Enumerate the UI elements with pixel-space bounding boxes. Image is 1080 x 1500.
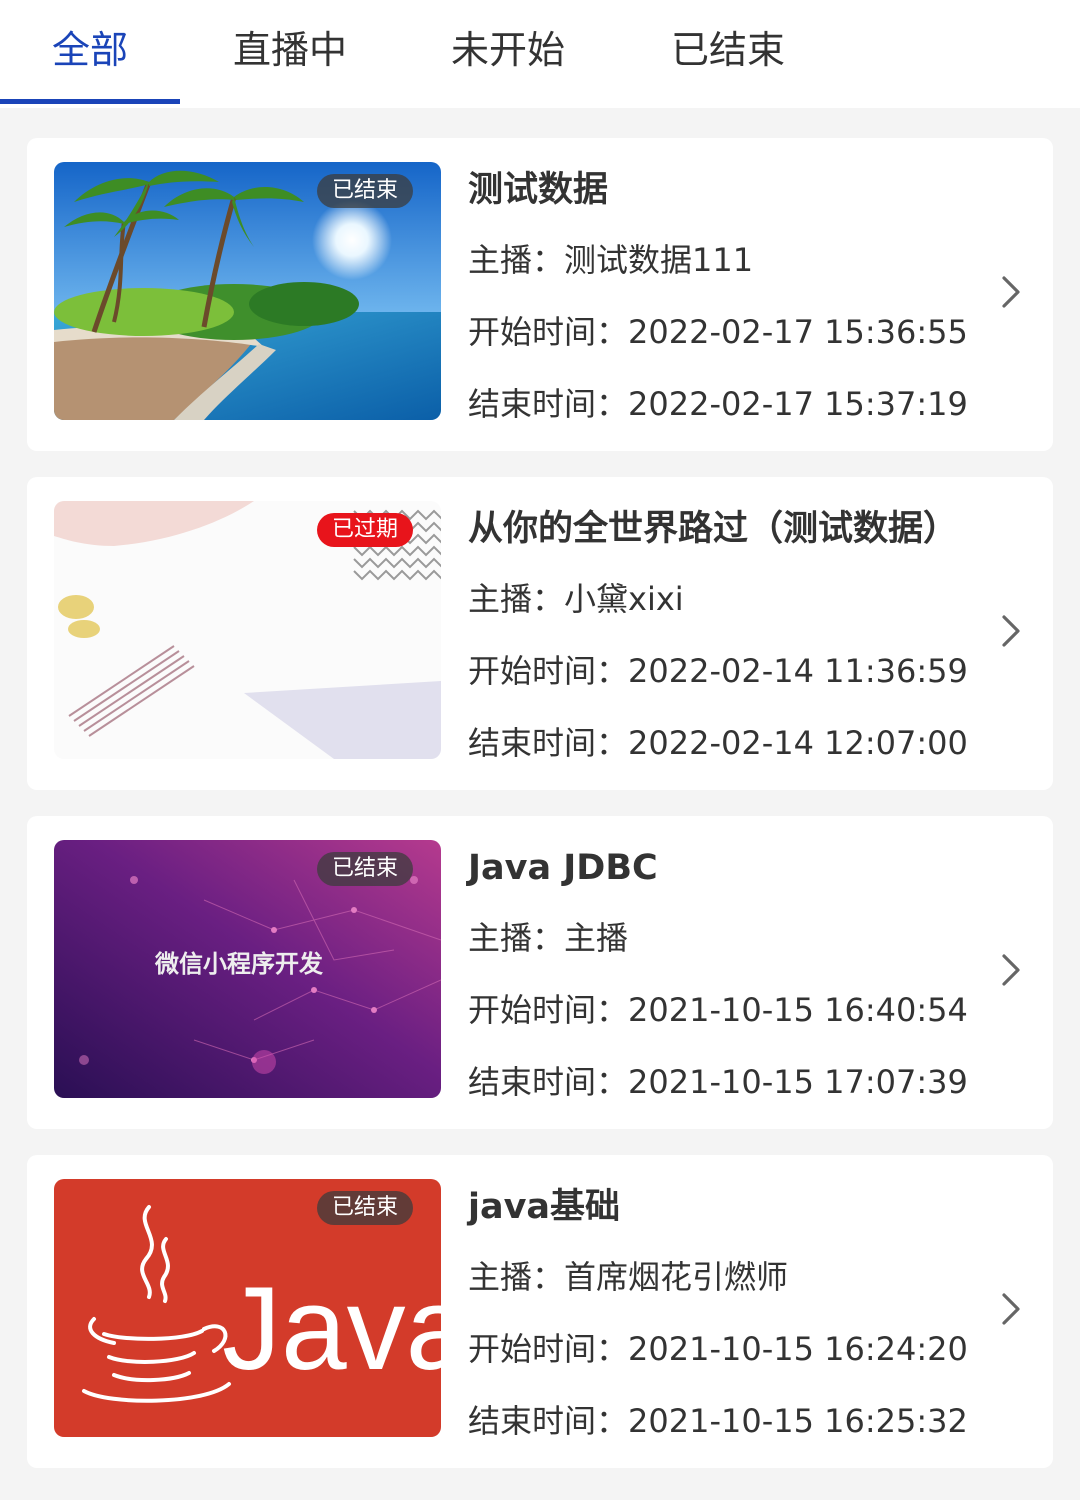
host-row: 主播：首席烟花引燃师 bbox=[468, 1255, 788, 1299]
live-thumbnail: 微信小程序开发 已结束 bbox=[54, 840, 441, 1098]
tab-upcoming[interactable]: 未开始 bbox=[451, 22, 565, 78]
thumbnail-text: 微信小程序开发 bbox=[154, 950, 323, 978]
java-logo-text: Java bbox=[222, 1263, 441, 1395]
active-tab-indicator bbox=[0, 99, 180, 104]
end-time-value: 2022-02-14 12:07:00 bbox=[628, 724, 968, 762]
live-thumbnail: 已过期 bbox=[54, 501, 441, 759]
host-label: 主播： bbox=[468, 241, 565, 279]
end-time-row: 结束时间：2021-10-15 17:07:39 bbox=[468, 1060, 968, 1104]
start-time-row: 开始时间：2022-02-14 11:36:59 bbox=[468, 649, 968, 693]
host-label: 主播： bbox=[468, 1258, 565, 1296]
chevron-right-icon[interactable] bbox=[992, 274, 1028, 310]
live-card[interactable]: 微信小程序开发 已结束 Java JDBC 主播：主播 开始时间：2021-10… bbox=[27, 816, 1053, 1129]
status-badge: 已结束 bbox=[316, 1191, 413, 1225]
status-badge: 已结束 bbox=[316, 852, 413, 886]
live-card[interactable]: 已过期 从你的全世界路过（测试数据） 主播：小黛xixi 开始时间：2022-0… bbox=[27, 477, 1053, 790]
live-title: 测试数据 bbox=[468, 170, 609, 210]
host-label: 主播： bbox=[468, 580, 565, 618]
live-card[interactable]: Java 已结束 java基础 主播：首席烟花引燃师 开始时间：2021-10-… bbox=[27, 1155, 1053, 1468]
end-time-value: 2021-10-15 17:07:39 bbox=[628, 1063, 968, 1101]
tab-all[interactable]: 全部 bbox=[52, 22, 128, 78]
start-time-value: 2021-10-15 16:40:54 bbox=[628, 991, 968, 1029]
end-time-label: 结束时间： bbox=[468, 724, 629, 762]
host-label: 主播： bbox=[468, 919, 565, 957]
end-time-row: 结束时间：2022-02-17 15:37:19 bbox=[468, 382, 968, 426]
live-title: Java JDBC bbox=[468, 848, 658, 888]
host-row: 主播：小黛xixi bbox=[468, 577, 684, 621]
live-thumbnail: Java 已结束 bbox=[54, 1179, 441, 1437]
chevron-right-icon[interactable] bbox=[992, 1291, 1028, 1327]
start-time-row: 开始时间：2021-10-15 16:40:54 bbox=[468, 988, 968, 1032]
start-time-label: 开始时间： bbox=[468, 991, 629, 1029]
host-value: 主播 bbox=[564, 919, 629, 957]
status-badge: 已结束 bbox=[316, 174, 413, 208]
start-time-value: 2022-02-17 15:36:55 bbox=[628, 313, 968, 351]
host-value: 小黛xixi bbox=[564, 580, 684, 618]
start-time-label: 开始时间： bbox=[468, 1330, 629, 1368]
live-title: java基础 bbox=[468, 1187, 621, 1227]
host-value: 测试数据111 bbox=[564, 241, 754, 279]
live-title: 从你的全世界路过（测试数据） bbox=[468, 509, 959, 549]
tab-live[interactable]: 直播中 bbox=[233, 22, 347, 78]
host-row: 主播：主播 bbox=[468, 916, 628, 960]
start-time-value: 2022-02-14 11:36:59 bbox=[628, 652, 968, 690]
end-time-value: 2022-02-17 15:37:19 bbox=[628, 385, 968, 423]
end-time-row: 结束时间：2021-10-15 16:25:32 bbox=[468, 1399, 968, 1443]
host-row: 主播：测试数据111 bbox=[468, 238, 753, 282]
tab-ended[interactable]: 已结束 bbox=[671, 22, 785, 78]
start-time-label: 开始时间： bbox=[468, 652, 629, 690]
end-time-row: 结束时间：2022-02-14 12:07:00 bbox=[468, 721, 968, 765]
start-time-value: 2021-10-15 16:24:20 bbox=[628, 1330, 968, 1368]
end-time-label: 结束时间： bbox=[468, 1063, 629, 1101]
tab-bar: 全部 直播中 未开始 已结束 bbox=[0, 0, 1080, 108]
end-time-label: 结束时间： bbox=[468, 385, 629, 423]
status-badge-expired: 已过期 bbox=[316, 513, 413, 547]
start-time-label: 开始时间： bbox=[468, 313, 629, 351]
host-value: 首席烟花引燃师 bbox=[564, 1258, 789, 1296]
start-time-row: 开始时间：2022-02-17 15:36:55 bbox=[468, 310, 968, 354]
live-card[interactable]: 已结束 测试数据 主播：测试数据111 开始时间：2022-02-17 15:3… bbox=[27, 138, 1053, 451]
live-thumbnail: 已结束 bbox=[54, 162, 441, 420]
end-time-value: 2021-10-15 16:25:32 bbox=[628, 1402, 968, 1440]
chevron-right-icon[interactable] bbox=[992, 613, 1028, 649]
end-time-label: 结束时间： bbox=[468, 1402, 629, 1440]
chevron-right-icon[interactable] bbox=[992, 952, 1028, 988]
start-time-row: 开始时间：2021-10-15 16:24:20 bbox=[468, 1327, 968, 1371]
